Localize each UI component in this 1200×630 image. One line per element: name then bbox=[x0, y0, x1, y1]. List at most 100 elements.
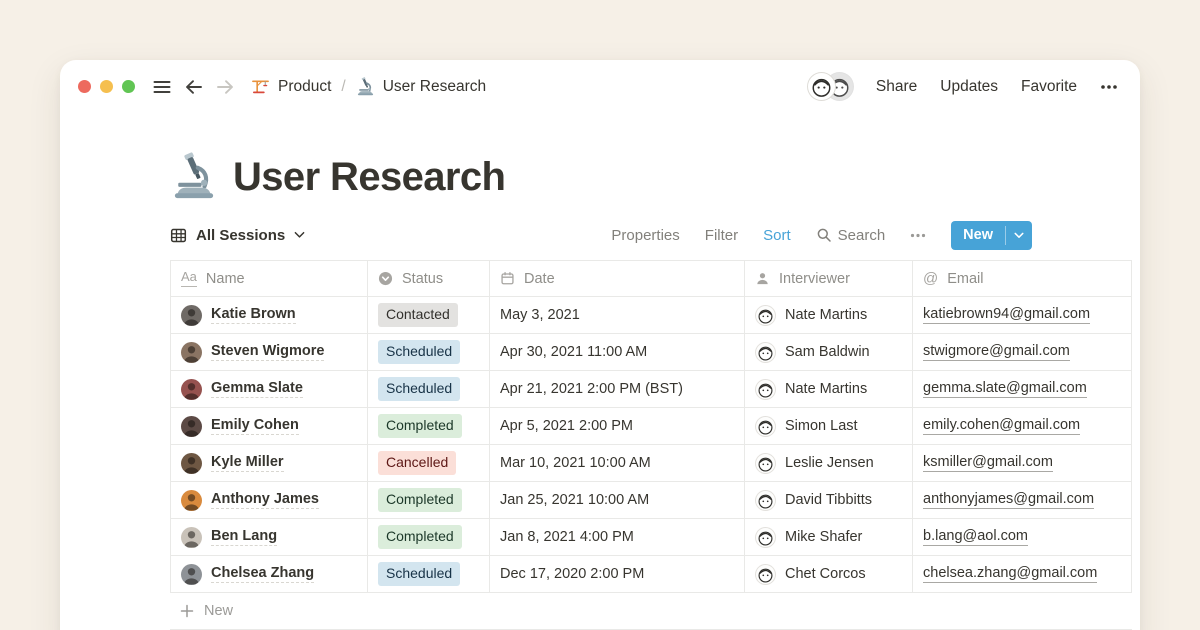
microscope-icon[interactable] bbox=[170, 152, 218, 200]
column-header-name[interactable]: Aa Name bbox=[170, 261, 368, 296]
date-cell[interactable]: Dec 17, 2020 2:00 PM bbox=[490, 556, 745, 592]
row-email[interactable]: gemma.slate@gmail.com bbox=[923, 380, 1087, 398]
breadcrumb-item-product[interactable]: Product bbox=[251, 77, 331, 96]
row-email[interactable]: emily.cohen@gmail.com bbox=[923, 417, 1080, 435]
name-cell[interactable]: Emily Cohen bbox=[170, 408, 368, 444]
back-button[interactable] bbox=[183, 77, 204, 97]
sidebar-menu-button[interactable] bbox=[152, 77, 172, 97]
email-cell[interactable]: anthonyjames@gmail.com bbox=[913, 482, 1132, 518]
interviewer-cell[interactable]: Sam Baldwin bbox=[745, 334, 913, 370]
interviewer-cell[interactable]: Nate Martins bbox=[745, 371, 913, 407]
interviewer-cell[interactable]: Mike Shafer bbox=[745, 519, 913, 555]
date-cell[interactable]: Apr 5, 2021 2:00 PM bbox=[490, 408, 745, 444]
column-header-date[interactable]: Date bbox=[490, 261, 745, 296]
close-window-button[interactable] bbox=[78, 80, 91, 93]
name-cell[interactable]: Gemma Slate bbox=[170, 371, 368, 407]
status-cell[interactable]: Scheduled bbox=[368, 371, 490, 407]
name-cell[interactable]: Katie Brown bbox=[170, 297, 368, 333]
date-cell[interactable]: Jan 25, 2021 10:00 AM bbox=[490, 482, 745, 518]
interviewer-cell[interactable]: Chet Corcos bbox=[745, 556, 913, 592]
table-row[interactable]: Gemma Slate Scheduled Apr 21, 2021 2:00 … bbox=[170, 371, 1132, 408]
table-row[interactable]: Anthony James Completed Jan 25, 2021 10:… bbox=[170, 482, 1132, 519]
row-name[interactable]: Anthony James bbox=[211, 491, 319, 509]
date-cell[interactable]: May 3, 2021 bbox=[490, 297, 745, 333]
database-more-button[interactable] bbox=[910, 233, 926, 238]
share-button[interactable]: Share bbox=[876, 78, 917, 96]
email-cell[interactable]: ksmiller@gmail.com bbox=[913, 445, 1132, 481]
forward-button[interactable] bbox=[215, 77, 236, 97]
avatar bbox=[181, 342, 202, 363]
breadcrumb-item-user-research[interactable]: User Research bbox=[356, 77, 486, 96]
interviewer-avatar bbox=[755, 564, 776, 585]
status-cell[interactable]: Completed bbox=[368, 408, 490, 444]
filter-button[interactable]: Filter bbox=[705, 227, 738, 244]
favorite-button[interactable]: Favorite bbox=[1021, 78, 1077, 96]
row-email[interactable]: anthonyjames@gmail.com bbox=[923, 491, 1094, 509]
column-header-interviewer[interactable]: Interviewer bbox=[745, 261, 913, 296]
sort-button[interactable]: Sort bbox=[763, 227, 791, 244]
name-cell[interactable]: Kyle Miller bbox=[170, 445, 368, 481]
row-name[interactable]: Steven Wigmore bbox=[211, 343, 324, 361]
table-row[interactable]: Kyle Miller Cancelled Mar 10, 2021 10:00… bbox=[170, 445, 1132, 482]
email-cell[interactable]: katiebrown94@gmail.com bbox=[913, 297, 1132, 333]
row-name[interactable]: Katie Brown bbox=[211, 306, 296, 324]
interviewer-cell[interactable]: Simon Last bbox=[745, 408, 913, 444]
row-email[interactable]: stwigmore@gmail.com bbox=[923, 343, 1070, 361]
row-email[interactable]: chelsea.zhang@gmail.com bbox=[923, 565, 1097, 583]
status-cell[interactable]: Scheduled bbox=[368, 334, 490, 370]
row-date: Apr 21, 2021 2:00 PM (BST) bbox=[500, 381, 683, 397]
table-row[interactable]: Chelsea Zhang Scheduled Dec 17, 2020 2:0… bbox=[170, 556, 1132, 593]
name-cell[interactable]: Chelsea Zhang bbox=[170, 556, 368, 592]
table-row[interactable]: Emily Cohen Completed Apr 5, 2021 2:00 P… bbox=[170, 408, 1132, 445]
row-name[interactable]: Emily Cohen bbox=[211, 417, 299, 435]
email-cell[interactable]: gemma.slate@gmail.com bbox=[913, 371, 1132, 407]
page-header: User Research bbox=[170, 142, 1140, 200]
date-cell[interactable]: Mar 10, 2021 10:00 AM bbox=[490, 445, 745, 481]
status-cell[interactable]: Scheduled bbox=[368, 556, 490, 592]
date-cell[interactable]: Jan 8, 2021 4:00 PM bbox=[490, 519, 745, 555]
table-row[interactable]: Steven Wigmore Scheduled Apr 30, 2021 11… bbox=[170, 334, 1132, 371]
row-name[interactable]: Kyle Miller bbox=[211, 454, 284, 472]
row-name[interactable]: Chelsea Zhang bbox=[211, 565, 314, 583]
status-cell[interactable]: Cancelled bbox=[368, 445, 490, 481]
email-cell[interactable]: chelsea.zhang@gmail.com bbox=[913, 556, 1132, 592]
row-email[interactable]: b.lang@aol.com bbox=[923, 528, 1028, 546]
email-cell[interactable]: b.lang@aol.com bbox=[913, 519, 1132, 555]
interviewer-cell[interactable]: David Tibbitts bbox=[745, 482, 913, 518]
interviewer-cell[interactable]: Nate Martins bbox=[745, 297, 913, 333]
email-cell[interactable]: emily.cohen@gmail.com bbox=[913, 408, 1132, 444]
status-cell[interactable]: Contacted bbox=[368, 297, 490, 333]
row-name[interactable]: Ben Lang bbox=[211, 528, 277, 546]
row-interviewer: Sam Baldwin bbox=[785, 344, 870, 360]
status-cell[interactable]: Completed bbox=[368, 519, 490, 555]
name-cell[interactable]: Steven Wigmore bbox=[170, 334, 368, 370]
column-header-status[interactable]: Status bbox=[368, 261, 490, 296]
column-header-email[interactable]: @ Email bbox=[913, 261, 1132, 296]
table-row[interactable]: Ben Lang Completed Jan 8, 2021 4:00 PM M… bbox=[170, 519, 1132, 556]
minimize-window-button[interactable] bbox=[100, 80, 113, 93]
new-button[interactable]: New bbox=[951, 221, 1005, 250]
date-cell[interactable]: Apr 21, 2021 2:00 PM (BST) bbox=[490, 371, 745, 407]
status-badge: Completed bbox=[378, 525, 462, 548]
page-title[interactable]: User Research bbox=[233, 154, 505, 200]
name-cell[interactable]: Anthony James bbox=[170, 482, 368, 518]
properties-button[interactable]: Properties bbox=[611, 227, 679, 244]
updates-button[interactable]: Updates bbox=[940, 78, 998, 96]
new-dropdown-button[interactable] bbox=[1006, 221, 1032, 250]
interviewer-cell[interactable]: Leslie Jensen bbox=[745, 445, 913, 481]
viewer-avatars[interactable] bbox=[808, 73, 853, 100]
more-button[interactable] bbox=[1100, 84, 1118, 90]
table-row[interactable]: Katie Brown Contacted May 3, 2021 Nate M… bbox=[170, 297, 1132, 334]
date-cell[interactable]: Apr 30, 2021 11:00 AM bbox=[490, 334, 745, 370]
search-button[interactable]: Search bbox=[816, 227, 886, 244]
status-cell[interactable]: Completed bbox=[368, 482, 490, 518]
breadcrumb-label: Product bbox=[278, 78, 331, 96]
row-email[interactable]: katiebrown94@gmail.com bbox=[923, 306, 1090, 324]
row-email[interactable]: ksmiller@gmail.com bbox=[923, 454, 1053, 472]
row-name[interactable]: Gemma Slate bbox=[211, 380, 303, 398]
new-row-button[interactable]: New bbox=[170, 593, 1132, 630]
email-cell[interactable]: stwigmore@gmail.com bbox=[913, 334, 1132, 370]
zoom-window-button[interactable] bbox=[122, 80, 135, 93]
view-switcher[interactable]: All Sessions bbox=[170, 227, 305, 244]
name-cell[interactable]: Ben Lang bbox=[170, 519, 368, 555]
